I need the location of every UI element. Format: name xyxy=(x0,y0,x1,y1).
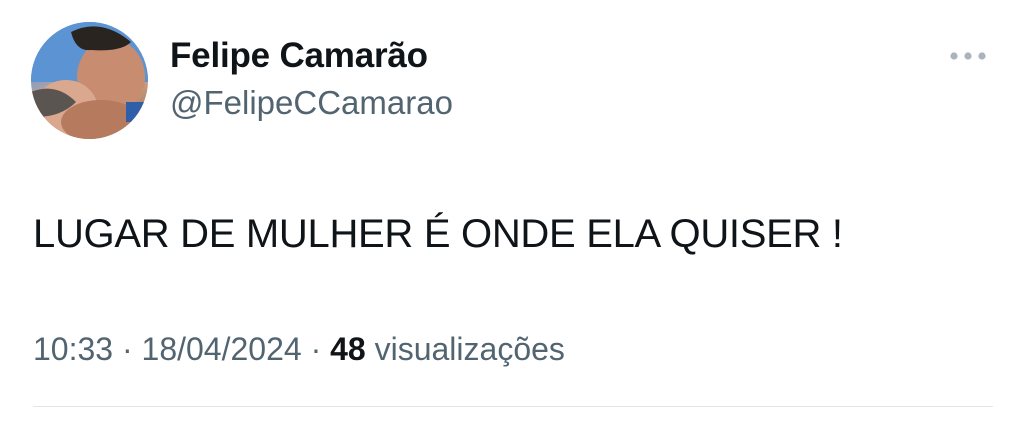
author-display-name[interactable]: Felipe Camarão xyxy=(170,36,428,76)
cut-off-text xyxy=(33,430,453,446)
meta-separator: · xyxy=(121,331,133,367)
tweet-meta: 10:33 · 18/04/2024 · 48 visualizações xyxy=(33,331,565,368)
views-label: visualizações xyxy=(374,331,565,367)
more-options-button[interactable] xyxy=(944,42,992,70)
tweet-date[interactable]: 18/04/2024 xyxy=(142,331,302,367)
cut-off-row xyxy=(33,430,453,446)
tweet-time[interactable]: 10:33 xyxy=(33,331,113,367)
tweet-text: LUGAR DE MULHER É ONDE ELA QUISER ! xyxy=(33,212,843,256)
author-handle[interactable]: @FelipeCCamarao xyxy=(170,84,453,122)
more-horizontal-icon xyxy=(950,52,986,60)
meta-separator: · xyxy=(310,331,322,367)
views-count: 48 xyxy=(330,331,366,367)
avatar-photo xyxy=(31,22,148,139)
avatar[interactable] xyxy=(31,22,148,139)
divider xyxy=(33,406,993,407)
